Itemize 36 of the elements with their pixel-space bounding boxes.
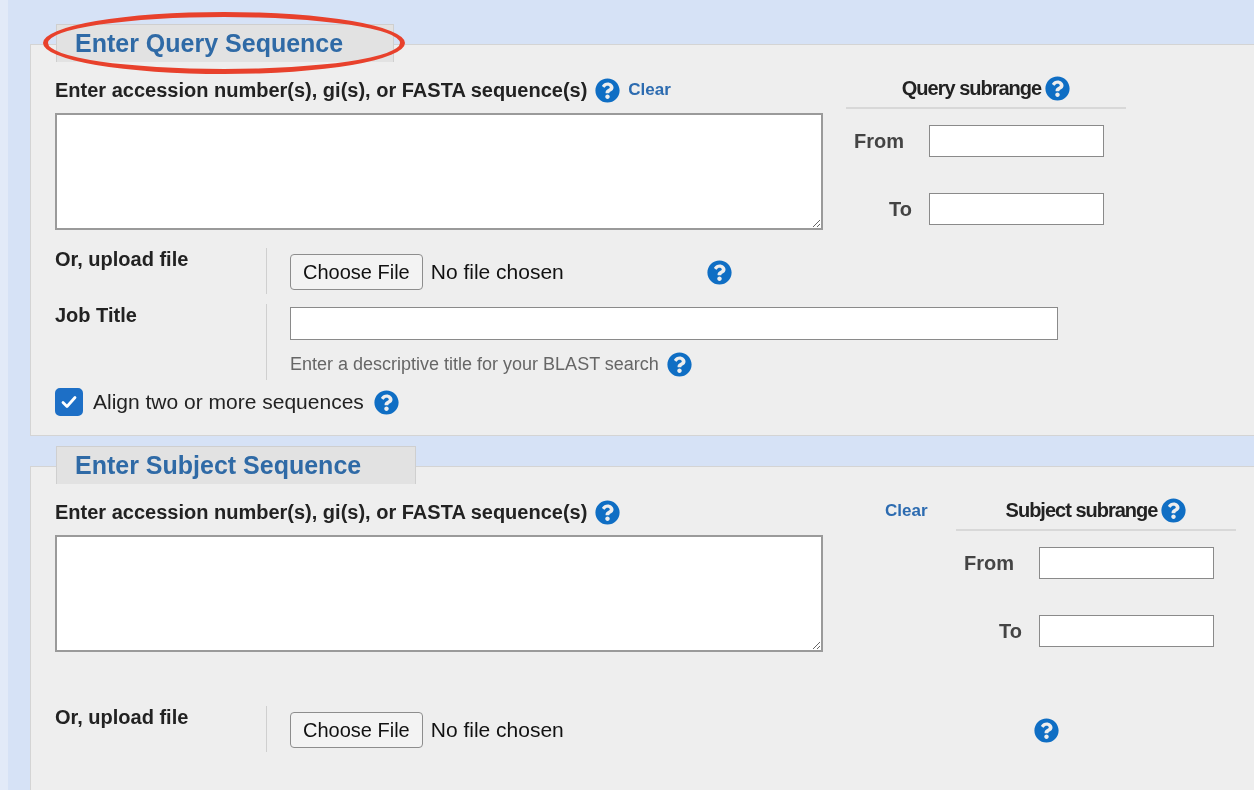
checkbox-label: Align two or more sequences	[93, 390, 364, 414]
help-icon[interactable]	[1161, 497, 1187, 523]
help-icon[interactable]	[706, 259, 732, 285]
help-icon[interactable]	[595, 499, 621, 525]
field-label: To	[888, 197, 913, 221]
field-label: Enter accession number(s), gi(s), or FASTA sequence(s)	[55, 500, 588, 524]
clear-link[interactable]: Clear	[628, 80, 671, 100]
subrange-title: Query subrange	[901, 76, 1042, 100]
to-input[interactable]	[1039, 615, 1214, 647]
field-label: Enter accession number(s), gi(s), or FASTA sequence(s)	[55, 78, 588, 102]
check-icon	[60, 393, 78, 411]
subrange-title: Subject subrange	[1005, 498, 1158, 522]
job-title-input[interactable]	[290, 307, 1058, 340]
from-input[interactable]	[929, 125, 1104, 157]
sequence-input[interactable]	[55, 535, 823, 652]
clear-link[interactable]: Clear	[885, 501, 928, 520]
checkbox[interactable]	[55, 388, 83, 416]
field-label: Or, upload file	[55, 706, 189, 728]
from-input[interactable]	[1039, 547, 1214, 579]
field-label: From	[854, 129, 905, 153]
choose-file-button[interactable]: Choose File	[290, 712, 423, 748]
field-label: To	[998, 619, 1023, 643]
to-input[interactable]	[929, 193, 1104, 225]
help-icon[interactable]	[373, 389, 399, 415]
file-status: No file chosen	[430, 260, 564, 284]
file-status: No file chosen	[430, 718, 564, 742]
sequence-input[interactable]	[55, 113, 823, 230]
help-icon[interactable]	[595, 77, 621, 103]
help-icon[interactable]	[1045, 75, 1071, 101]
help-icon[interactable]	[666, 352, 692, 377]
hint-text: Enter a descriptive title for your BLAST search	[290, 354, 659, 375]
field-label: Job Title	[55, 304, 137, 326]
choose-file-button[interactable]: Choose File	[290, 254, 423, 290]
field-label: From	[964, 551, 1015, 575]
field-label: Or, upload file	[55, 248, 189, 270]
help-icon[interactable]	[1033, 717, 1059, 743]
